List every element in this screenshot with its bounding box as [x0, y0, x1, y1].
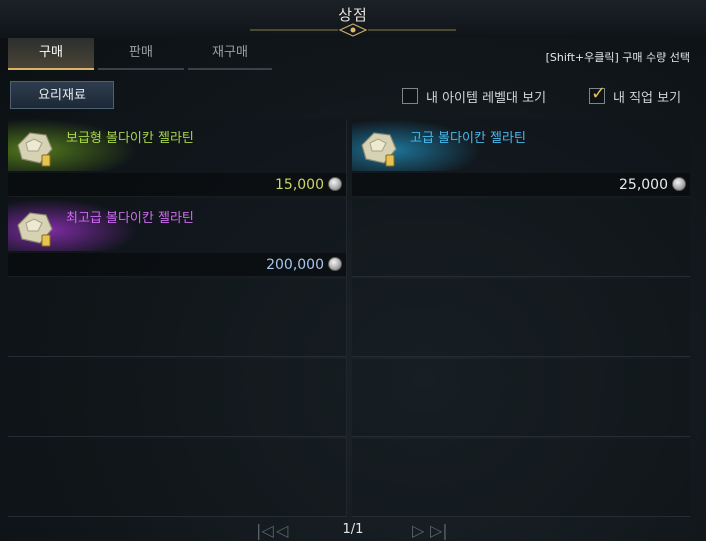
checkbox-box[interactable]: ✓	[589, 84, 606, 104]
cooking-material-filter-button[interactable]: 요리재료	[10, 81, 114, 109]
empty-slot	[8, 359, 346, 437]
buy-quantity-hint: [Shift+우클릭] 구매 수량 선택	[545, 51, 690, 64]
gelatin-item-icon	[17, 212, 53, 247]
shop-item[interactable]: 고급 볼다이칸 젤라틴 25,000	[352, 119, 690, 197]
tab-sell[interactable]: 판매	[98, 38, 184, 70]
item-name: 고급 볼다이칸 젤라틴	[410, 131, 526, 146]
shop-item[interactable]: 최고급 볼다이칸 젤라틴 200,000	[8, 199, 346, 277]
empty-slot	[352, 199, 690, 277]
silver-coin-icon	[672, 177, 686, 191]
silver-coin-icon	[328, 257, 342, 271]
my-class-checkbox-label: 내 직업 보기	[613, 90, 682, 106]
empty-slot	[352, 279, 690, 357]
shop-window: 상점 구매 판매 재구매 [Shift+우클릭] 구매 수량 선택 요리재료 내…	[0, 0, 706, 541]
page-indicator: 1/1	[342, 522, 364, 537]
item-price: 25,000	[619, 177, 668, 193]
empty-slot	[8, 279, 346, 357]
item-level-checkbox[interactable]: 내 아이템 레벨대 보기	[402, 87, 547, 106]
title-ornament-icon	[250, 23, 456, 37]
title-bar[interactable]: 상점	[0, 0, 706, 38]
pagination: |◁ ◁ 1/1 ▷ ▷|	[0, 519, 706, 541]
checkbox-box[interactable]	[402, 88, 418, 104]
empty-slot	[8, 439, 346, 517]
empty-slot	[352, 439, 690, 517]
gelatin-item-icon	[361, 132, 397, 167]
item-price: 200,000	[266, 257, 324, 273]
item-name: 최고급 볼다이칸 젤라틴	[66, 211, 194, 226]
checkmark-icon: ✓	[591, 83, 607, 104]
last-page-icon[interactable]: ▷|	[430, 521, 448, 540]
item-level-checkbox-label: 내 아이템 레벨대 보기	[426, 90, 547, 106]
tab-rebuy[interactable]: 재구매	[188, 38, 272, 70]
silver-coin-icon	[328, 177, 342, 191]
tab-buy[interactable]: 구매	[8, 38, 94, 70]
gelatin-item-icon	[17, 132, 53, 167]
item-grid: 보급형 볼다이칸 젤라틴 15,000 고급 볼다이칸 젤라틴 25,000 최…	[8, 119, 696, 517]
next-page-icon[interactable]: ▷	[412, 521, 424, 540]
empty-slot	[352, 359, 690, 437]
item-name: 보급형 볼다이칸 젤라틴	[66, 131, 194, 146]
shop-item[interactable]: 보급형 볼다이칸 젤라틴 15,000	[8, 119, 346, 197]
my-class-checkbox[interactable]: ✓ 내 직업 보기	[589, 84, 682, 106]
item-price: 15,000	[275, 177, 324, 193]
